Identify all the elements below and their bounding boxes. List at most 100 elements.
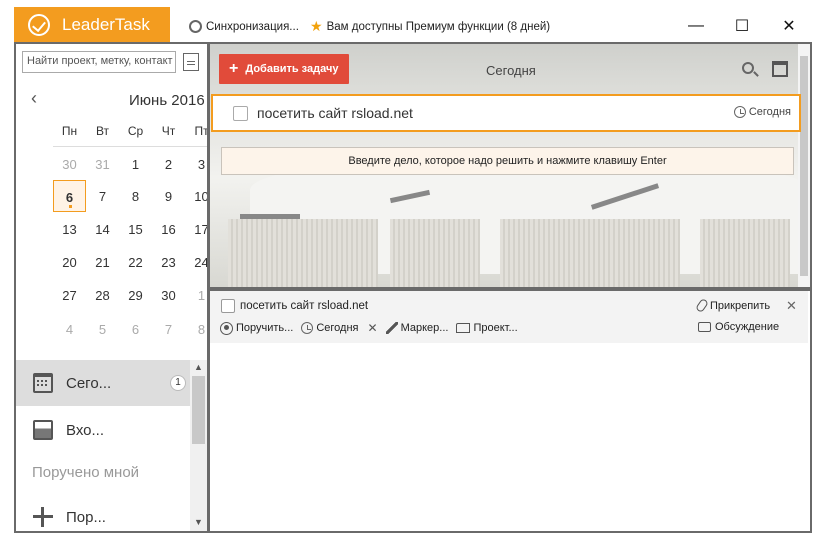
- calendar-day[interactable]: 7: [86, 180, 119, 212]
- plus-icon: +: [229, 60, 239, 77]
- due-date-button[interactable]: Сегодня ✕: [301, 321, 378, 335]
- calendar-day[interactable]: 1: [119, 148, 152, 180]
- calendar-day[interactable]: 30: [152, 279, 185, 311]
- close-details-button[interactable]: ✕: [786, 298, 797, 314]
- calendar-day[interactable]: 28: [86, 279, 119, 311]
- calendar-day[interactable]: 31: [86, 148, 119, 180]
- calendar-day[interactable]: 22: [119, 246, 152, 278]
- search-icon[interactable]: [742, 62, 754, 74]
- calendar-day[interactable]: 23: [152, 246, 185, 278]
- assign-label: Поручить...: [236, 322, 294, 334]
- task-list-scrollbar[interactable]: [798, 44, 810, 287]
- filter-icon[interactable]: [183, 53, 199, 71]
- calendar-day[interactable]: 10: [185, 180, 207, 212]
- calendar-day[interactable]: 20: [53, 246, 86, 278]
- sidebar-item-today[interactable]: Сего... 1: [16, 360, 190, 406]
- calendar-day[interactable]: 27: [53, 279, 86, 311]
- calendar-day[interactable]: 21: [86, 246, 119, 278]
- sidebar-item-assign[interactable]: Пор...: [16, 494, 190, 531]
- calendar-week: 20 21 22 23 24: [53, 246, 207, 278]
- app-name: LeaderTask: [62, 14, 150, 34]
- clock-icon: [301, 322, 314, 334]
- scroll-down-icon[interactable]: ▼: [194, 517, 203, 527]
- calendar-day[interactable]: 3: [185, 148, 207, 180]
- sidebar-search-input[interactable]: Найти проект, метку, контакт: [22, 51, 176, 73]
- app-brand[interactable]: LeaderTask: [14, 7, 170, 42]
- add-task-button[interactable]: + Добавить задачу: [219, 54, 349, 84]
- sidebar-item-inbox[interactable]: Вхо...: [16, 407, 190, 453]
- calendar-day[interactable]: 8: [119, 180, 152, 212]
- project-button[interactable]: Проект...: [456, 322, 518, 334]
- calendar-day[interactable]: 15: [119, 213, 152, 245]
- calendar-day[interactable]: 24: [185, 246, 207, 278]
- main-content: + Добавить задачу Сегодня посетить сайт …: [210, 44, 810, 531]
- calendar-week: 27 28 29 30 1: [53, 279, 207, 311]
- calendar-day[interactable]: 13: [53, 213, 86, 245]
- sidebar-scrollbar[interactable]: ▲ ▼: [190, 360, 207, 531]
- due-date-label: Сегодня: [316, 322, 359, 334]
- maximize-button[interactable]: ☐: [719, 10, 765, 42]
- clear-date-icon[interactable]: ✕: [368, 321, 378, 335]
- calendar-week: 13 14 15 16 17: [53, 213, 207, 245]
- marker-button[interactable]: Маркер...: [385, 322, 449, 334]
- details-actions: Поручить... Сегодня ✕ Маркер... Проект..…: [220, 321, 526, 335]
- weekday-label: Пн: [61, 124, 78, 138]
- task-title[interactable]: посетить сайт rsload.net: [257, 105, 413, 121]
- details-checkbox[interactable]: [221, 299, 235, 313]
- task-date[interactable]: Сегодня: [733, 106, 791, 118]
- details-task-title[interactable]: посетить сайт rsload.net: [240, 300, 368, 312]
- paperclip-icon: [694, 297, 710, 314]
- sidebar-item-label: Вхо...: [66, 421, 105, 439]
- calendar-day[interactable]: 16: [152, 213, 185, 245]
- discussion-button[interactable]: Обсуждение: [698, 321, 779, 333]
- marker-icon: [385, 322, 398, 334]
- calendar-day[interactable]: 14: [86, 213, 119, 245]
- calendar-day[interactable]: 5: [86, 313, 119, 345]
- calendar-day[interactable]: 30: [53, 148, 86, 180]
- task-row[interactable]: посетить сайт rsload.net Сегодня: [211, 94, 801, 132]
- attach-button[interactable]: Прикрепить: [694, 297, 770, 314]
- calendar-day[interactable]: 1: [185, 279, 207, 311]
- scroll-up-icon[interactable]: ▲: [194, 362, 203, 372]
- assign-button[interactable]: Поручить...: [220, 321, 294, 335]
- new-task-input[interactable]: Введите дело, которое надо решить и нажм…: [221, 147, 794, 175]
- calendar-day[interactable]: 8: [185, 313, 207, 345]
- sync-label: Синхронизация...: [206, 20, 299, 33]
- photo-blinds: [228, 219, 378, 287]
- sync-icon: [189, 20, 202, 33]
- weekday-label: Вт: [95, 124, 110, 138]
- calendar-week: 30 31 1 2 3: [53, 148, 207, 180]
- sidebar-item-label: Пор...: [66, 508, 106, 526]
- count-badge: 1: [170, 375, 186, 391]
- scrollbar-thumb[interactable]: [800, 56, 808, 276]
- task-checkbox[interactable]: [233, 105, 248, 121]
- sidebar-item-label: Сего...: [66, 374, 112, 392]
- calendar-icon[interactable]: [772, 61, 788, 77]
- calendar-day-selected[interactable]: 6: [53, 180, 86, 212]
- calendar-day[interactable]: 2: [152, 148, 185, 180]
- premium-link[interactable]: ★ Вам доступны Премиум функции (8 дней): [310, 18, 550, 34]
- calendar-day[interactable]: 7: [152, 313, 185, 345]
- calendar-day[interactable]: 9: [152, 180, 185, 212]
- marker-label: Маркер...: [400, 322, 449, 334]
- star-icon: ★: [310, 18, 323, 34]
- task-toolbar: + Добавить задачу Сегодня: [210, 44, 798, 94]
- calendar-day[interactable]: 29: [119, 279, 152, 311]
- sync-status[interactable]: Синхронизация...: [189, 20, 299, 33]
- calendar-day[interactable]: 6: [119, 313, 152, 345]
- minimize-button[interactable]: —: [673, 10, 719, 42]
- calendar-day[interactable]: 17: [185, 213, 207, 245]
- calendar-icon: [33, 373, 53, 393]
- photo-blinds: [500, 219, 680, 287]
- photo-blinds: [390, 219, 480, 287]
- calendar-day[interactable]: 4: [53, 313, 86, 345]
- calendar-week: 4 5 6 7 8: [53, 313, 207, 345]
- calendar-prev-button[interactable]: ‹: [31, 88, 37, 109]
- close-window-button[interactable]: ✕: [766, 10, 812, 42]
- chat-icon: [698, 322, 711, 332]
- folder-icon: [456, 323, 471, 333]
- calendar-divider: [53, 146, 207, 147]
- sidebar-nav: Сего... 1 Вхо... Поручено мной Пор... ▲ …: [16, 360, 207, 531]
- sidebar-section-header: Поручено мной: [32, 464, 140, 481]
- scrollbar-thumb[interactable]: [192, 376, 205, 444]
